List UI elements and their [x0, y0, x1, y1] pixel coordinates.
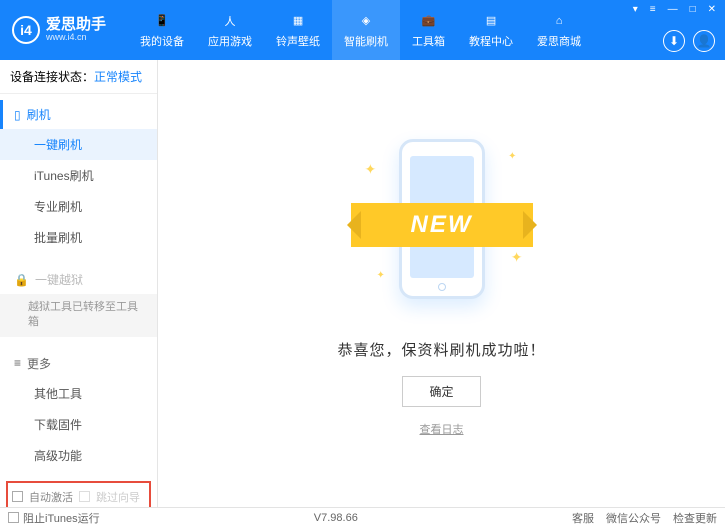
- success-illustration: ✦ ✦ ✦ ✦ NEW: [357, 131, 527, 321]
- new-ribbon: NEW: [351, 203, 533, 247]
- lock-icon: 🔒: [14, 273, 29, 287]
- store-icon: ⌂: [550, 12, 568, 30]
- sidebar-item-pro-flash[interactable]: 专业刷机: [0, 191, 157, 222]
- nav-flash[interactable]: ◈智能刷机: [332, 0, 400, 60]
- app-url: www.i4.cn: [46, 33, 106, 43]
- phone-icon: ▯: [14, 108, 21, 122]
- menu-icon[interactable]: ▾: [630, 4, 641, 15]
- maximize-icon[interactable]: □: [687, 4, 699, 15]
- apps-icon: 人: [221, 12, 239, 30]
- section-flash-header[interactable]: ▯ 刷机: [0, 100, 157, 129]
- window-controls: ▾ ≡ — □ ✕: [630, 4, 719, 15]
- label-auto-activate: 自动激活: [29, 489, 73, 505]
- sidebar-item-download-firmware[interactable]: 下载固件: [0, 409, 157, 440]
- nav-apps[interactable]: 人应用游戏: [196, 0, 264, 60]
- list-icon: ≡: [14, 356, 21, 370]
- sidebar-item-itunes-flash[interactable]: iTunes刷机: [0, 160, 157, 191]
- nav-my-device[interactable]: 📱我的设备: [128, 0, 196, 60]
- phone-icon: 📱: [153, 12, 171, 30]
- flash-icon: ◈: [357, 12, 375, 30]
- nav-ringtones[interactable]: ▦铃声壁纸: [264, 0, 332, 60]
- user-button[interactable]: 👤: [693, 30, 715, 52]
- label-skip-guide: 跳过向导: [96, 489, 140, 505]
- ok-button[interactable]: 确定: [402, 376, 480, 407]
- app-header: i4 爱思助手 www.i4.cn 📱我的设备 人应用游戏 ▦铃声壁纸 ◈智能刷…: [0, 0, 725, 60]
- download-button[interactable]: ⬇: [663, 30, 685, 52]
- footer-link-wechat[interactable]: 微信公众号: [606, 510, 661, 526]
- nav-toolbox[interactable]: 💼工具箱: [400, 0, 457, 60]
- sidebar-item-advanced[interactable]: 高级功能: [0, 440, 157, 471]
- logo-area: i4 爱思助手 www.i4.cn: [0, 16, 118, 44]
- minimize-icon[interactable]: —: [665, 4, 681, 15]
- sidebar-item-oneclick-flash[interactable]: 一键刷机: [0, 129, 157, 160]
- sidebar-item-other-tools[interactable]: 其他工具: [0, 378, 157, 409]
- section-jailbreak-header: 🔒 一键越狱: [0, 265, 157, 294]
- version-label: V7.98.66: [314, 512, 358, 524]
- logo-icon: i4: [12, 16, 40, 44]
- footer: 阻止iTunes运行 V7.98.66 客服 微信公众号 检查更新: [0, 507, 725, 527]
- toolbox-icon: 💼: [420, 12, 438, 30]
- main-nav: 📱我的设备 人应用游戏 ▦铃声壁纸 ◈智能刷机 💼工具箱 ▤教程中心 ⌂爱思商城: [128, 0, 593, 60]
- app-title: 爱思助手: [46, 17, 106, 34]
- nav-tutorials[interactable]: ▤教程中心: [457, 0, 525, 60]
- checkbox-block-itunes[interactable]: [8, 512, 19, 523]
- book-icon: ▤: [482, 12, 500, 30]
- sidebar: 设备连接状态：正常模式 ▯ 刷机 一键刷机 iTunes刷机 专业刷机 批量刷机…: [0, 60, 158, 507]
- footer-link-update[interactable]: 检查更新: [673, 510, 717, 526]
- settings-icon[interactable]: ≡: [647, 4, 659, 15]
- options-highlight-box: 自动激活 跳过向导: [6, 481, 151, 507]
- picture-icon: ▦: [289, 12, 307, 30]
- view-log-link[interactable]: 查看日志: [420, 421, 464, 437]
- jailbreak-moved-note: 越狱工具已转移至工具箱: [0, 294, 157, 337]
- sidebar-item-batch-flash[interactable]: 批量刷机: [0, 222, 157, 253]
- close-icon[interactable]: ✕: [705, 4, 719, 15]
- section-more-header[interactable]: ≡ 更多: [0, 349, 157, 378]
- footer-link-support[interactable]: 客服: [572, 510, 594, 526]
- success-message: 恭喜您，保资料刷机成功啦！: [337, 339, 545, 360]
- main-content: ✦ ✦ ✦ ✦ NEW 恭喜您，保资料刷机成功啦！ 确定 查看日志: [158, 60, 725, 507]
- checkbox-auto-activate[interactable]: [12, 491, 23, 502]
- connection-status: 设备连接状态：正常模式: [0, 60, 157, 94]
- checkbox-skip-guide[interactable]: [79, 491, 90, 502]
- nav-store[interactable]: ⌂爱思商城: [525, 0, 593, 60]
- label-block-itunes: 阻止iTunes运行: [23, 510, 100, 526]
